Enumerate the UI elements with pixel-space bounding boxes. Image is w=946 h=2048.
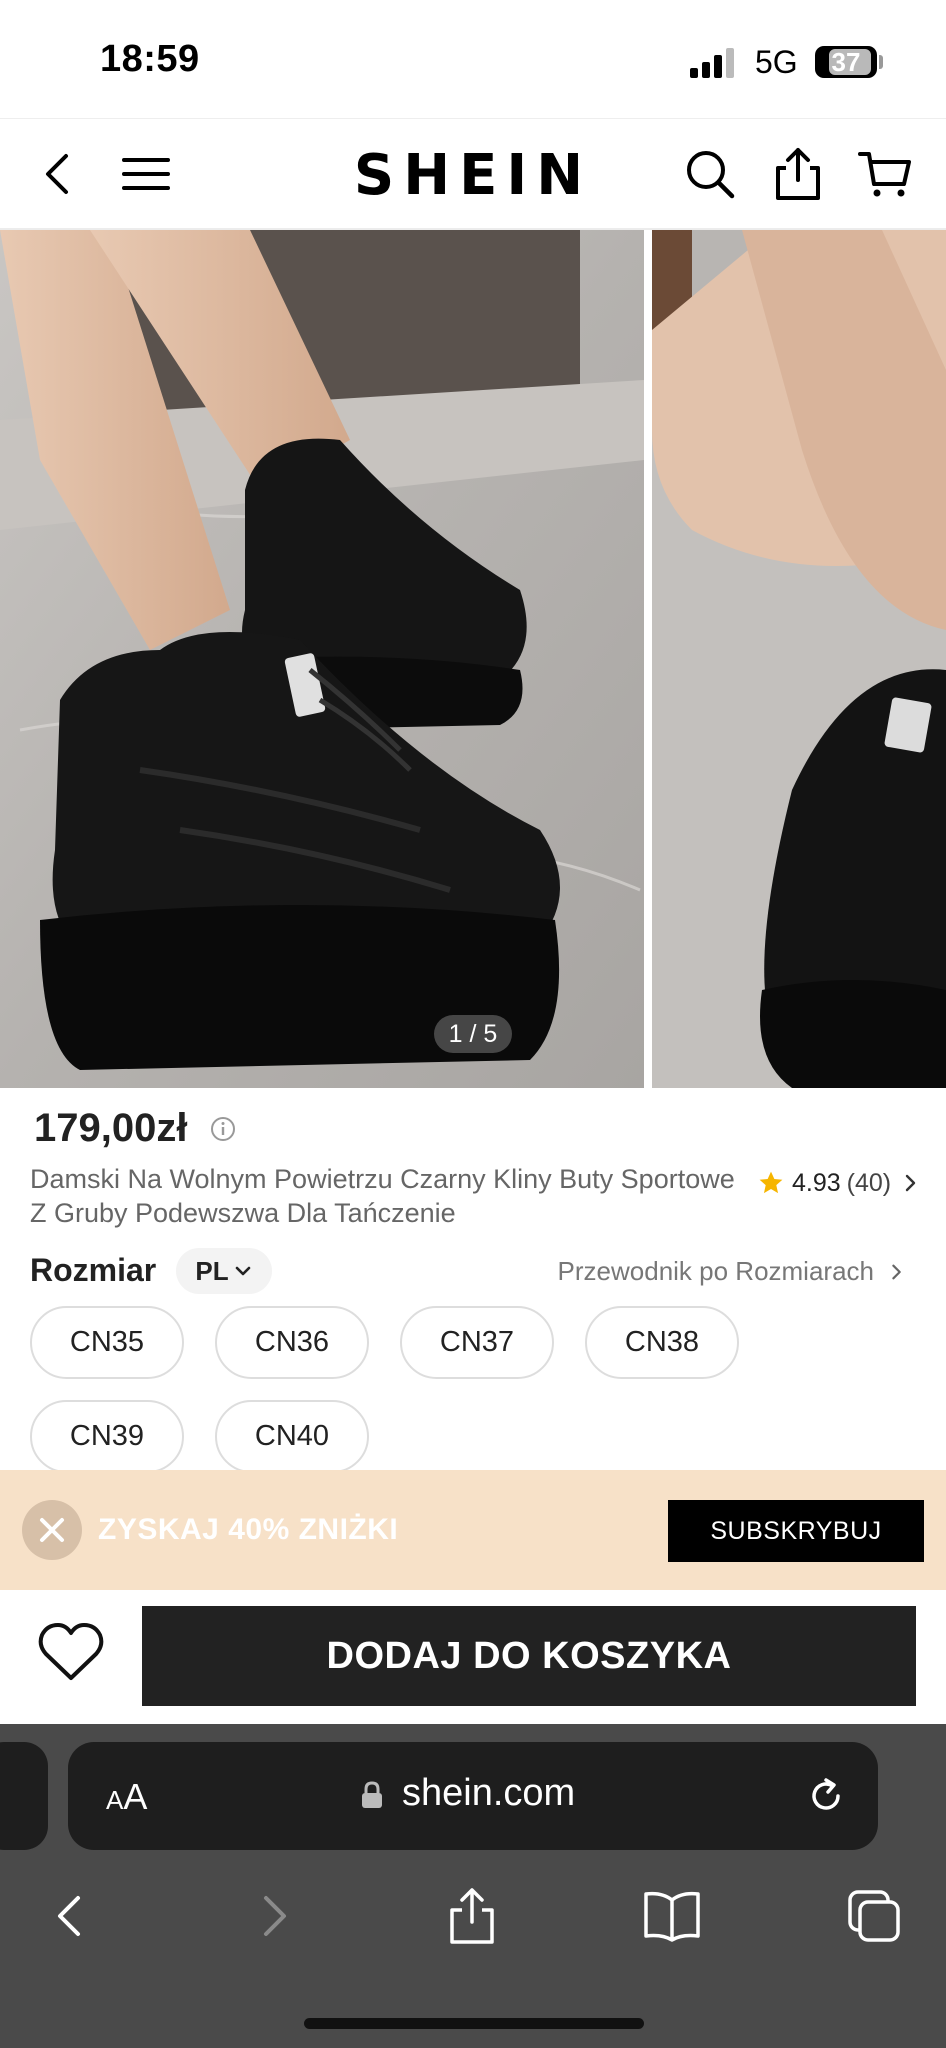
- battery-icon: 37: [815, 46, 877, 78]
- rating-value: 4.93: [792, 1168, 841, 1197]
- size-option[interactable]: CN36: [215, 1306, 369, 1379]
- chevron-right-icon: [905, 1174, 916, 1192]
- address-bar[interactable]: AA shein.com: [68, 1742, 878, 1850]
- browser-share-icon[interactable]: [440, 1884, 504, 1948]
- add-to-cart-button[interactable]: DODAJ DO KOSZYKA: [142, 1606, 916, 1706]
- product-title: Damski Na Wolnym Powietrzu Czarny Kliny …: [30, 1164, 735, 1228]
- size-option[interactable]: CN37: [400, 1306, 554, 1379]
- product-photo: [0, 230, 644, 1088]
- promo-banner: ZYSKAJ 40% ZNIŻKI SUBSKRYBUJ: [0, 1470, 946, 1590]
- rating-count: (40): [846, 1168, 892, 1197]
- battery-percent: 37: [831, 47, 861, 77]
- subscribe-button[interactable]: SUBSKRYBUJ: [668, 1500, 924, 1562]
- text-size-small: A: [106, 1785, 124, 1815]
- size-locale-select[interactable]: PL: [176, 1248, 272, 1294]
- top-nav: SHEIN: [0, 118, 946, 230]
- cart-icon[interactable]: [856, 144, 916, 204]
- tabs-icon[interactable]: [842, 1884, 906, 1948]
- product-photo-next: [652, 230, 946, 1088]
- size-option[interactable]: CN35: [30, 1306, 184, 1379]
- promo-close-button[interactable]: [22, 1500, 82, 1560]
- chevron-down-icon: [235, 1266, 250, 1276]
- bookmarks-icon[interactable]: [640, 1884, 704, 1948]
- add-to-cart-bar: DODAJ DO KOSZYKA: [0, 1590, 946, 1724]
- product-gallery[interactable]: 1 / 5: [0, 230, 946, 1088]
- browser-chrome: AA shein.com: [0, 1724, 946, 2048]
- product-price: 179,00zł: [34, 1106, 188, 1150]
- battery-tip: [879, 55, 883, 69]
- chevron-right-icon: [892, 1264, 901, 1279]
- browser-forward-icon[interactable]: [242, 1884, 306, 1948]
- lock-icon: [362, 1781, 382, 1808]
- size-option[interactable]: CN38: [585, 1306, 739, 1379]
- browser-back-icon[interactable]: [38, 1884, 102, 1948]
- heart-icon[interactable]: [36, 1618, 106, 1688]
- promo-text: ZYSKAJ 40% ZNIŻKI: [98, 1513, 399, 1546]
- reload-icon[interactable]: [804, 1774, 848, 1818]
- text-size-large: A: [123, 1776, 148, 1817]
- url-text: shein.com: [402, 1772, 576, 1814]
- signal-icon: [690, 48, 734, 78]
- text-size-button[interactable]: AA: [106, 1776, 147, 1818]
- search-icon[interactable]: [680, 144, 740, 204]
- product-rating[interactable]: 4.93 (40): [758, 1166, 921, 1200]
- size-guide-label: Przewodnik po Rozmiarach: [557, 1256, 874, 1286]
- image-counter: 1 / 5: [434, 1015, 512, 1053]
- size-label: Rozmiar: [30, 1252, 157, 1288]
- home-indicator: [304, 2018, 644, 2029]
- size-guide-link[interactable]: Przewodnik po Rozmiarach: [558, 1256, 906, 1287]
- size-locale-value: PL: [195, 1255, 229, 1286]
- product-image-2[interactable]: [652, 230, 946, 1088]
- size-option[interactable]: CN39: [30, 1400, 184, 1473]
- status-time: 18:59: [100, 38, 200, 80]
- product-image-1[interactable]: [0, 230, 644, 1088]
- info-icon[interactable]: [210, 1116, 236, 1142]
- size-option[interactable]: CN40: [215, 1400, 369, 1473]
- close-icon: [40, 1518, 64, 1542]
- star-icon: [759, 1171, 783, 1194]
- status-bar: 18:59 5G 37: [0, 0, 946, 118]
- share-icon[interactable]: [768, 144, 828, 204]
- previous-tab-preview[interactable]: [0, 1742, 48, 1850]
- network-label: 5G: [755, 44, 798, 80]
